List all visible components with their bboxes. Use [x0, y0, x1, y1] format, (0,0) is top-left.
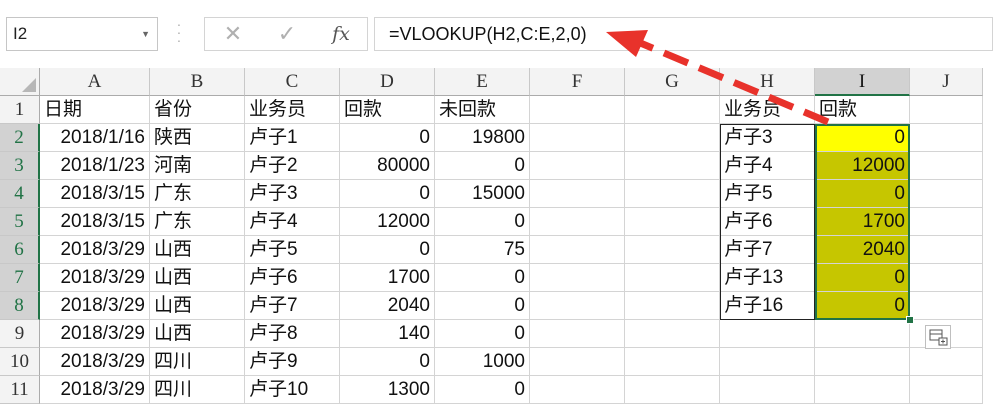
annotation-arrow-head: [606, 30, 648, 57]
quick-analysis-icon[interactable]: [925, 325, 951, 349]
annotation-arrow-line: [636, 38, 830, 126]
annotation-arrow-layer: [606, 30, 830, 126]
